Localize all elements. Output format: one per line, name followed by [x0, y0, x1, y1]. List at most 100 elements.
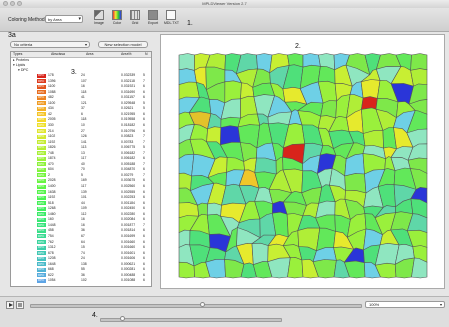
row-type: DPC [38, 100, 45, 105]
table-row[interactable]: DPC 1648 138 0.000621 6 [11, 262, 151, 267]
image-button-label: Image [94, 21, 104, 25]
table-row[interactable]: DPC 482 41 0.031157 6 [11, 95, 151, 100]
grid-button[interactable]: Grid [128, 10, 142, 25]
voronoi-cell[interactable] [287, 256, 304, 279]
row-area-percent: 0.031157 [121, 95, 135, 100]
row-n: 6 [143, 195, 145, 200]
table-row[interactable]: DPC 1638 139 0.002555 6 [11, 190, 151, 195]
tree-item-dpc[interactable]: ▾ DPC [18, 68, 28, 72]
voronoi-canvas[interactable] [161, 35, 444, 288]
row-n: 6 [143, 267, 145, 272]
table-row[interactable]: DPC 330 10 0.018182 6 [11, 123, 151, 128]
frame-slider-track[interactable] [30, 304, 362, 308]
table-row[interactable]: DPC 1312 15 0.001660 6 [11, 245, 151, 250]
table-row[interactable]: DPC 1100 121 0.029548 5 [11, 101, 151, 106]
mdl-txt-button[interactable]: MDL.TXT [164, 10, 179, 25]
pause-button[interactable] [16, 301, 24, 309]
frame-slider-handle[interactable] [200, 302, 205, 307]
column-header-area[interactable]: Area [86, 52, 93, 56]
column-header-abscissa[interactable]: Abscissa [51, 52, 65, 56]
new-selection-model-button[interactable]: New selection model [98, 41, 148, 48]
table-row[interactable]: DPC 668 55 0.000281 6 [11, 267, 151, 272]
table-row[interactable]: DPC 754 67 0.001699 6 [11, 234, 151, 239]
row-n: 6 [143, 178, 145, 183]
row-abscissa: 1400 [48, 184, 56, 188]
row-type: DPC [38, 261, 45, 266]
voronoi-cell[interactable] [411, 257, 428, 279]
table-row[interactable]: DPC 42 6 0.021955 6 [11, 112, 151, 117]
table-row[interactable]: DPC 434 37 0.02621 5 [11, 106, 151, 111]
table-row[interactable]: DPC 1192 101 0.002253 6 [11, 195, 151, 200]
speed-slider-handle[interactable] [120, 316, 125, 321]
play-icon [9, 303, 13, 307]
table-row[interactable]: DPC 1460 112 0.002280 6 [11, 212, 151, 217]
table-row[interactable]: DPC 1100 16 0.031921 6 [11, 84, 151, 89]
play-button[interactable] [6, 301, 14, 309]
table-row[interactable]: DPC 1088 118 0.031690 6 [11, 90, 151, 95]
table-row[interactable]: DPC 1102 126 0.00823 7 [11, 134, 151, 139]
table-row[interactable]: DPC 1874 117 0.006182 6 [11, 156, 151, 161]
row-abscissa: 1448 [48, 222, 56, 227]
table-row[interactable]: DPC 178 24 0.032339 5 [11, 73, 151, 78]
row-n: 6 [143, 233, 145, 238]
row-abscissa: 482 [48, 95, 54, 100]
table-row[interactable]: DPC 762 64 0.001660 6 [11, 240, 151, 245]
table-row[interactable]: DPC 1268 109 0.002450 6 [11, 206, 151, 211]
row-area-percent: 0.006182 [121, 156, 136, 161]
table-row[interactable]: DPC 458 36 0.001814 6 [11, 228, 151, 233]
row-abscissa: 762 [48, 239, 54, 244]
row-abscissa: 330 [48, 122, 54, 127]
table-row[interactable]: DPC 748 13 0.006182 7 [11, 151, 151, 156]
row-abscissa: 1192 [48, 139, 56, 144]
voronoi-cell[interactable] [410, 53, 428, 72]
table-row[interactable]: DPC 678 74 0.001601 6 [11, 251, 151, 256]
table-row[interactable]: DPC 470 40 0.005188 7 [11, 162, 151, 167]
row-type: DPC [38, 139, 45, 144]
row-area: 36 [81, 272, 85, 277]
coloring-method-select[interactable]: by Area [45, 15, 83, 23]
row-area: 107 [81, 78, 87, 83]
table-row[interactable]: DPC 1208 24 0.001606 6 [11, 256, 151, 261]
tree-item-proteins[interactable]: ▸ Proteins [13, 58, 29, 62]
criteria-select[interactable]: No criteria [10, 41, 90, 48]
table-row[interactable]: DPC 214 27 0.010796 6 [11, 129, 151, 134]
voronoi-cell[interactable] [220, 125, 241, 146]
row-type: DPC [38, 195, 45, 200]
row-abscissa: 214 [48, 128, 54, 133]
table-row[interactable]: DPC 2 5 0.00279 7 [11, 173, 151, 178]
table-row[interactable]: DPC 1192 141 0.00783 7 [11, 140, 151, 145]
color-button[interactable]: Color [110, 10, 124, 25]
row-area-percent: 0.021955 [121, 111, 136, 116]
voronoi-cell[interactable] [360, 79, 381, 100]
table-row[interactable]: DPC 604 70 0.004870 6 [11, 167, 151, 172]
export-button[interactable]: Export [146, 10, 160, 25]
table-row[interactable]: DPC 518 44 0.001184 6 [11, 201, 151, 206]
column-header-area-percent[interactable]: Area% [121, 52, 132, 56]
row-area: 67 [81, 233, 85, 238]
table-row[interactable]: DPC 1400 117 0.002560 6 [11, 184, 151, 189]
table-row[interactable]: DPC 1396 107 0.032118 7 [11, 79, 151, 84]
row-area: 117 [81, 184, 87, 188]
tree-item-lipids[interactable]: ▾ Lipids [13, 63, 25, 67]
column-header-n[interactable]: N [145, 52, 148, 56]
row-area-percent: 0.00823 [121, 134, 134, 139]
voronoi-view[interactable]: 2. [160, 34, 445, 289]
speed-slider-track[interactable] [100, 318, 282, 322]
table-row[interactable]: DPC 2028 169 0.003675 6 [11, 178, 151, 183]
table-row[interactable]: DPC 1448 16 0.001877 7 [11, 223, 151, 228]
row-area: 13 [81, 150, 85, 155]
row-area-percent: 0.001601 [121, 250, 136, 255]
table-row[interactable]: DPC 622 36 0.000488 6 [11, 273, 151, 278]
table-row[interactable]: DPC 1054 102 0.001088 6 [11, 278, 151, 283]
table-row[interactable]: DPC 2005 118 0.019558 6 [11, 117, 151, 122]
annotation-1: 1. [187, 20, 193, 27]
image-button[interactable]: Image [92, 10, 106, 25]
row-n: 5 [143, 145, 145, 150]
table-row[interactable]: DPC 1826 113 0.006775 5 [11, 145, 151, 150]
column-header-types[interactable]: Types [13, 52, 22, 56]
voronoi-cell[interactable] [320, 100, 338, 119]
table-row[interactable]: DPC 160 16 0.002084 6 [11, 217, 151, 222]
row-type: DPC [38, 84, 45, 89]
zoom-select[interactable]: 100% [365, 301, 445, 308]
row-abscissa: 668 [48, 267, 54, 272]
